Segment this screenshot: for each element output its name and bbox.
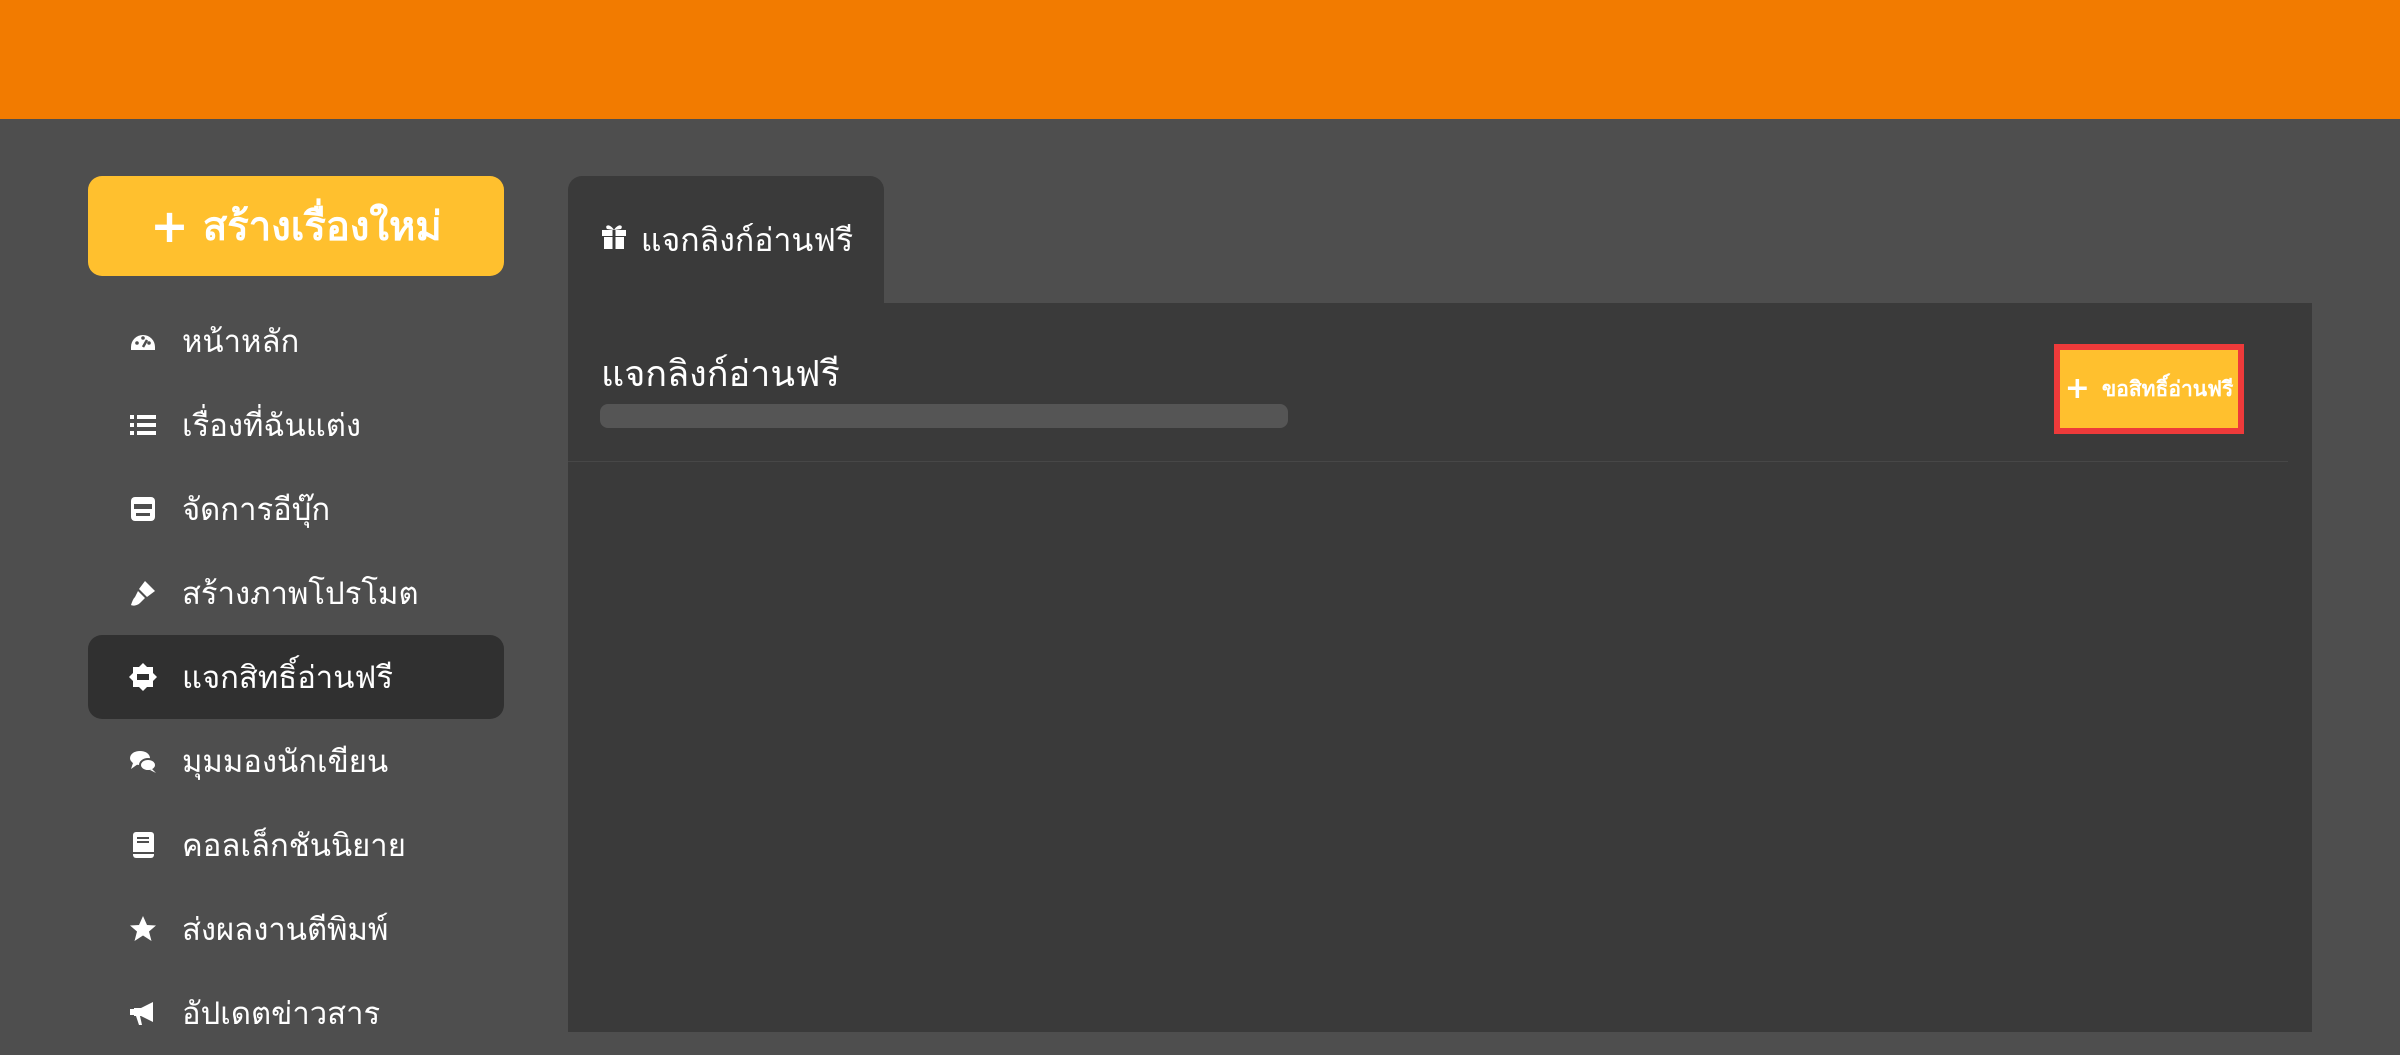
sidebar-item-label: คอลเล็กชันนิยาย [182, 828, 406, 864]
dashboard-icon [126, 324, 160, 358]
sidebar-item-label: สร้างภาพโปรโมต [182, 576, 419, 612]
create-story-button[interactable]: + สร้างเรื่องใหม่ [88, 176, 504, 276]
book-icon [126, 828, 160, 862]
sidebar-item-label: จัดการอีบุ๊ก [182, 492, 331, 528]
gift-icon [599, 221, 629, 259]
plus-icon: + [2064, 371, 2090, 406]
sidebar-item-label: ส่งผลงานตีพิมพ์ [182, 912, 389, 948]
description-placeholder-bar [600, 404, 1288, 428]
sidebar-item-free-rights[interactable]: แจกสิทธิ์อ่านฟรี [88, 635, 504, 719]
sidebar-item-home[interactable]: หน้าหลัก [88, 299, 504, 383]
sidebar-item-news[interactable]: อัปเดตข่าวสาร [88, 971, 504, 1055]
plus-icon: + [150, 199, 189, 253]
free-badge-icon [126, 660, 160, 694]
sidebar-item-writer-view[interactable]: มุมมองนักเขียน [88, 719, 504, 803]
sidebar-item-my-stories[interactable]: เรื่องที่ฉันแต่ง [88, 383, 504, 467]
brush-icon [126, 576, 160, 610]
create-story-label: สร้างเรื่องใหม่ [202, 204, 442, 250]
request-button-label: ขอสิทธิ์อ่านฟรี [2101, 376, 2234, 401]
megaphone-icon [126, 996, 160, 1030]
comments-icon [126, 744, 160, 778]
page-title: แจกลิงก์อ่านฟรี [601, 354, 840, 395]
sidebar-item-label: แจกสิทธิ์อ่านฟรี [182, 660, 394, 696]
sidebar-nav: หน้าหลัก เรื่องที่ฉันแต่ง จัดการอีบุ๊ก ส… [88, 299, 504, 1055]
sidebar-item-collection[interactable]: คอลเล็กชันนิยาย [88, 803, 504, 887]
sidebar-item-label: มุมมองนักเขียน [182, 744, 389, 780]
list-icon [126, 408, 160, 442]
top-header-bar [0, 0, 2400, 119]
sidebar-item-publish[interactable]: ส่งผลงานตีพิมพ์ [88, 887, 504, 971]
request-free-rights-button[interactable]: + ขอสิทธิ์อ่านฟรี [2054, 344, 2244, 434]
tab-label: แจกลิงก์อ่านฟรี [640, 220, 854, 259]
sidebar-item-ebook[interactable]: จัดการอีบุ๊ก [88, 467, 504, 551]
star-icon [126, 912, 160, 946]
ebook-icon [126, 492, 160, 526]
sidebar-item-label: หน้าหลัก [182, 324, 300, 360]
sidebar-item-label: เรื่องที่ฉันแต่ง [182, 408, 361, 444]
sidebar-item-label: อัปเดตข่าวสาร [182, 996, 381, 1032]
sidebar-item-promo-image[interactable]: สร้างภาพโปรโมต [88, 551, 504, 635]
divider [568, 461, 2288, 462]
tab-free-link[interactable]: แจกลิงก์อ่านฟรี [568, 176, 884, 304]
content-panel: แจกลิงก์อ่านฟรี + ขอสิทธิ์อ่านฟรี [568, 303, 2312, 1032]
